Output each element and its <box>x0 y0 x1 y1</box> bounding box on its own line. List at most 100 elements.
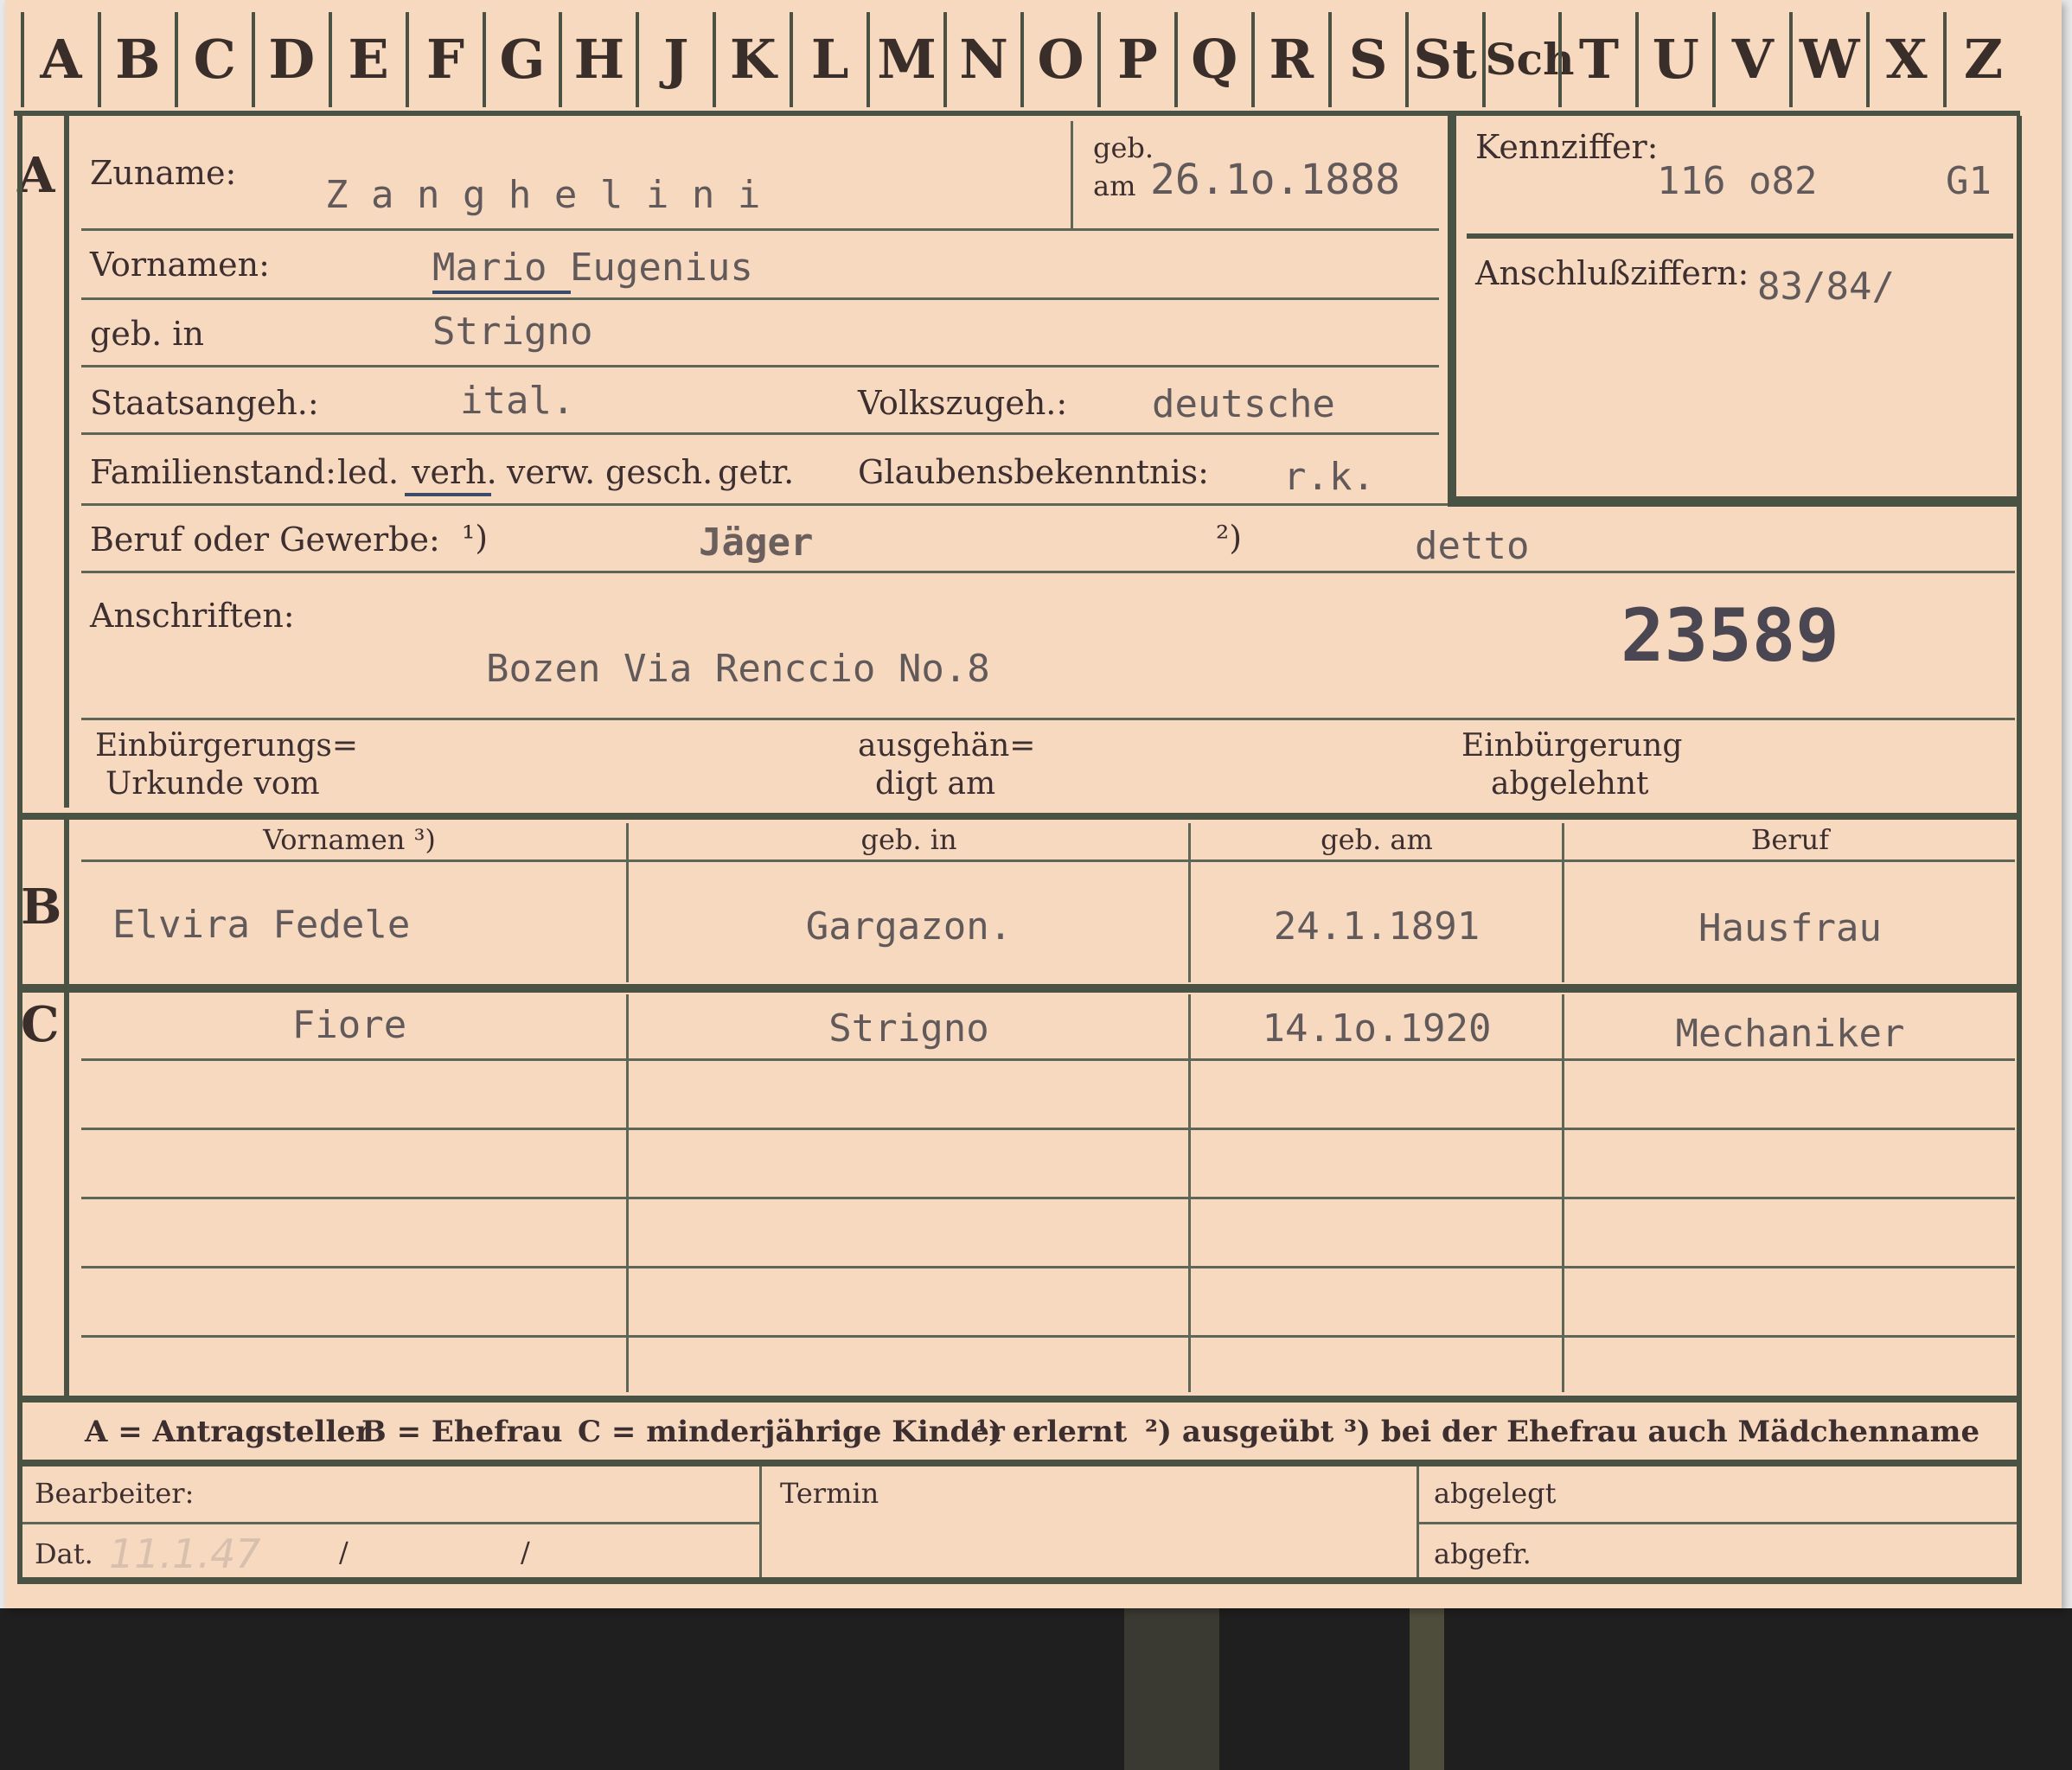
familienstand-option: verw. <box>507 453 596 491</box>
vornamen-label: Vornamen: <box>90 246 270 284</box>
rule <box>81 571 2015 573</box>
card-bottom-rule <box>17 1577 2018 1584</box>
vornamen-underline <box>432 291 571 294</box>
ausgehaendigt-label-2: digt am <box>875 766 996 802</box>
section-c-vertical-rule <box>64 993 69 1396</box>
rule <box>81 1128 2015 1130</box>
alphabet-tab[interactable]: K <box>713 12 790 107</box>
dat-slash-2: / <box>521 1536 530 1569</box>
legend-note-2: ²) ausgeübt <box>1145 1415 1334 1449</box>
alphabet-tab[interactable]: Q <box>1173 12 1251 107</box>
alphabet-tab[interactable]: F <box>405 12 483 107</box>
kennziffer-label: Kennziffer: <box>1475 128 1659 166</box>
scan-background-strip <box>0 1608 2072 1770</box>
rule <box>81 1058 2015 1061</box>
dat-slash-1: / <box>339 1536 349 1569</box>
alphabet-tab[interactable]: X <box>1866 12 1943 107</box>
col-divider <box>1562 823 1564 982</box>
alphabet-tab[interactable]: N <box>943 12 1020 107</box>
abgefr-label: abgefr. <box>1434 1537 1532 1570</box>
alphabet-tab[interactable]: J <box>636 12 713 107</box>
geb-in-value: Strigno <box>432 310 593 354</box>
beruf-marker-2: ²) <box>1216 519 1243 557</box>
legend-note-3: ³) bei der Ehefrau auch Mädchenname <box>1344 1415 1980 1449</box>
alphabet-tab[interactable]: H <box>559 12 636 107</box>
alphabet-tab[interactable]: S <box>1327 12 1405 107</box>
anschlussziffern-label: Anschlußziffern: <box>1475 254 1749 292</box>
ehefrau-vornamen: Elvira Fedele <box>112 903 411 947</box>
legend-b: B = Ehefrau <box>361 1415 563 1449</box>
glaubensbekenntnis-value: r.k. <box>1283 455 1375 499</box>
rule <box>81 432 1439 435</box>
dat-value: 11.1.47 <box>109 1530 261 1577</box>
ehefrau-geb-in: Gargazon. <box>805 904 1013 949</box>
col-header-beruf: Beruf <box>1750 823 1830 856</box>
kennziffer-divider <box>1467 233 2013 239</box>
familienstand-option: gesch. <box>605 453 713 491</box>
alphabet-tab[interactable]: St <box>1404 12 1482 107</box>
kennziffer-suffix: G1 <box>1946 159 1992 203</box>
familienstand-option: getr. <box>718 453 795 491</box>
rule <box>81 365 1439 367</box>
rule <box>81 718 2015 720</box>
alphabet-tab[interactable]: P <box>1097 12 1174 107</box>
col-header-geb-in: geb. in <box>860 823 957 856</box>
alphabet-tab[interactable]: Z <box>1943 12 2020 107</box>
kind-vornamen: Fiore <box>291 1003 407 1047</box>
rule <box>81 859 2015 862</box>
alphabet-tab[interactable]: B <box>97 12 175 107</box>
alphabet-tab[interactable]: V <box>1712 12 1789 107</box>
geb-am-value: 26.1o.1888 <box>1150 156 1400 204</box>
alphabet-tab[interactable]: L <box>790 12 867 107</box>
staatsangeh-label: Staatsangeh.: <box>90 384 319 422</box>
alphabet-tab[interactable]: T <box>1558 12 1635 107</box>
alphabet-tab[interactable]: D <box>251 12 329 107</box>
rule <box>1418 1522 2018 1524</box>
alphabet-tab[interactable]: G <box>482 12 560 107</box>
ausgehaendigt-label-1: ausgehän= <box>858 728 1036 764</box>
section-b-letter: B <box>21 879 62 936</box>
stamp-number: 23589 <box>1621 593 1839 678</box>
alphabet-tab[interactable]: R <box>1250 12 1328 107</box>
rule <box>81 228 1439 231</box>
familienstand-option: led. <box>337 453 400 491</box>
einbuergerung-urkunde-label-1: Einbürgerungs= <box>95 728 359 764</box>
geb-divider <box>1071 121 1073 228</box>
beruf-value-2: detto <box>1415 524 1530 568</box>
zuname-value: Z a n g h e l i n i <box>325 173 761 217</box>
alphabet-tab[interactable]: E <box>328 12 406 107</box>
kind-geb-am: 14.1o.1920 <box>1262 1006 1492 1051</box>
einbuergerung-abgelehnt-label-2: abgelehnt <box>1491 766 1649 802</box>
alphabet-tab[interactable]: C <box>174 12 252 107</box>
glaubensbekenntnis-label: Glaubensbekenntnis: <box>858 453 1209 491</box>
termin-label: Termin <box>780 1477 879 1510</box>
vornamen-value: Mario Eugenius <box>432 246 753 290</box>
scan-streak <box>1124 1608 1219 1770</box>
zuname-label: Zuname: <box>90 154 237 192</box>
anschriften-label: Anschriften: <box>90 597 295 635</box>
einbuergerung-abgelehnt-label-1: Einbürgerung <box>1461 728 1683 764</box>
card-right-border <box>2017 116 2022 1584</box>
alphabet-tab[interactable]: O <box>1020 12 1097 107</box>
legend-a: A = Antragsteller <box>85 1415 371 1449</box>
scan-streak <box>1410 1608 1444 1770</box>
rule <box>81 1266 2015 1268</box>
alphabet-tab[interactable]: W <box>1789 12 1866 107</box>
kind-geb-in: Strigno <box>828 1006 989 1051</box>
rule <box>81 297 1439 300</box>
staatsangeh-value: ital. <box>460 379 575 423</box>
section-a-bottom-rule <box>17 813 2018 820</box>
legend-note-1: ¹) erlernt <box>975 1415 1128 1449</box>
col-divider <box>626 994 629 1392</box>
alphabet-tab[interactable]: Sch <box>1481 12 1574 107</box>
alphabet-tab[interactable]: U <box>1635 12 1712 107</box>
col-divider <box>1562 994 1564 1392</box>
col-divider <box>1188 994 1191 1392</box>
geb-am-label-1: geb. <box>1093 131 1154 164</box>
alphabet-tab[interactable]: M <box>867 12 943 107</box>
beruf-label: Beruf oder Gewerbe: <box>90 521 440 559</box>
alphabet-tab[interactable]: A <box>21 12 98 107</box>
kennziffer-value: 116 o82 <box>1657 159 1818 203</box>
familienstand-selected-underline <box>405 493 491 496</box>
col-header-geb-am: geb. am <box>1321 823 1433 856</box>
